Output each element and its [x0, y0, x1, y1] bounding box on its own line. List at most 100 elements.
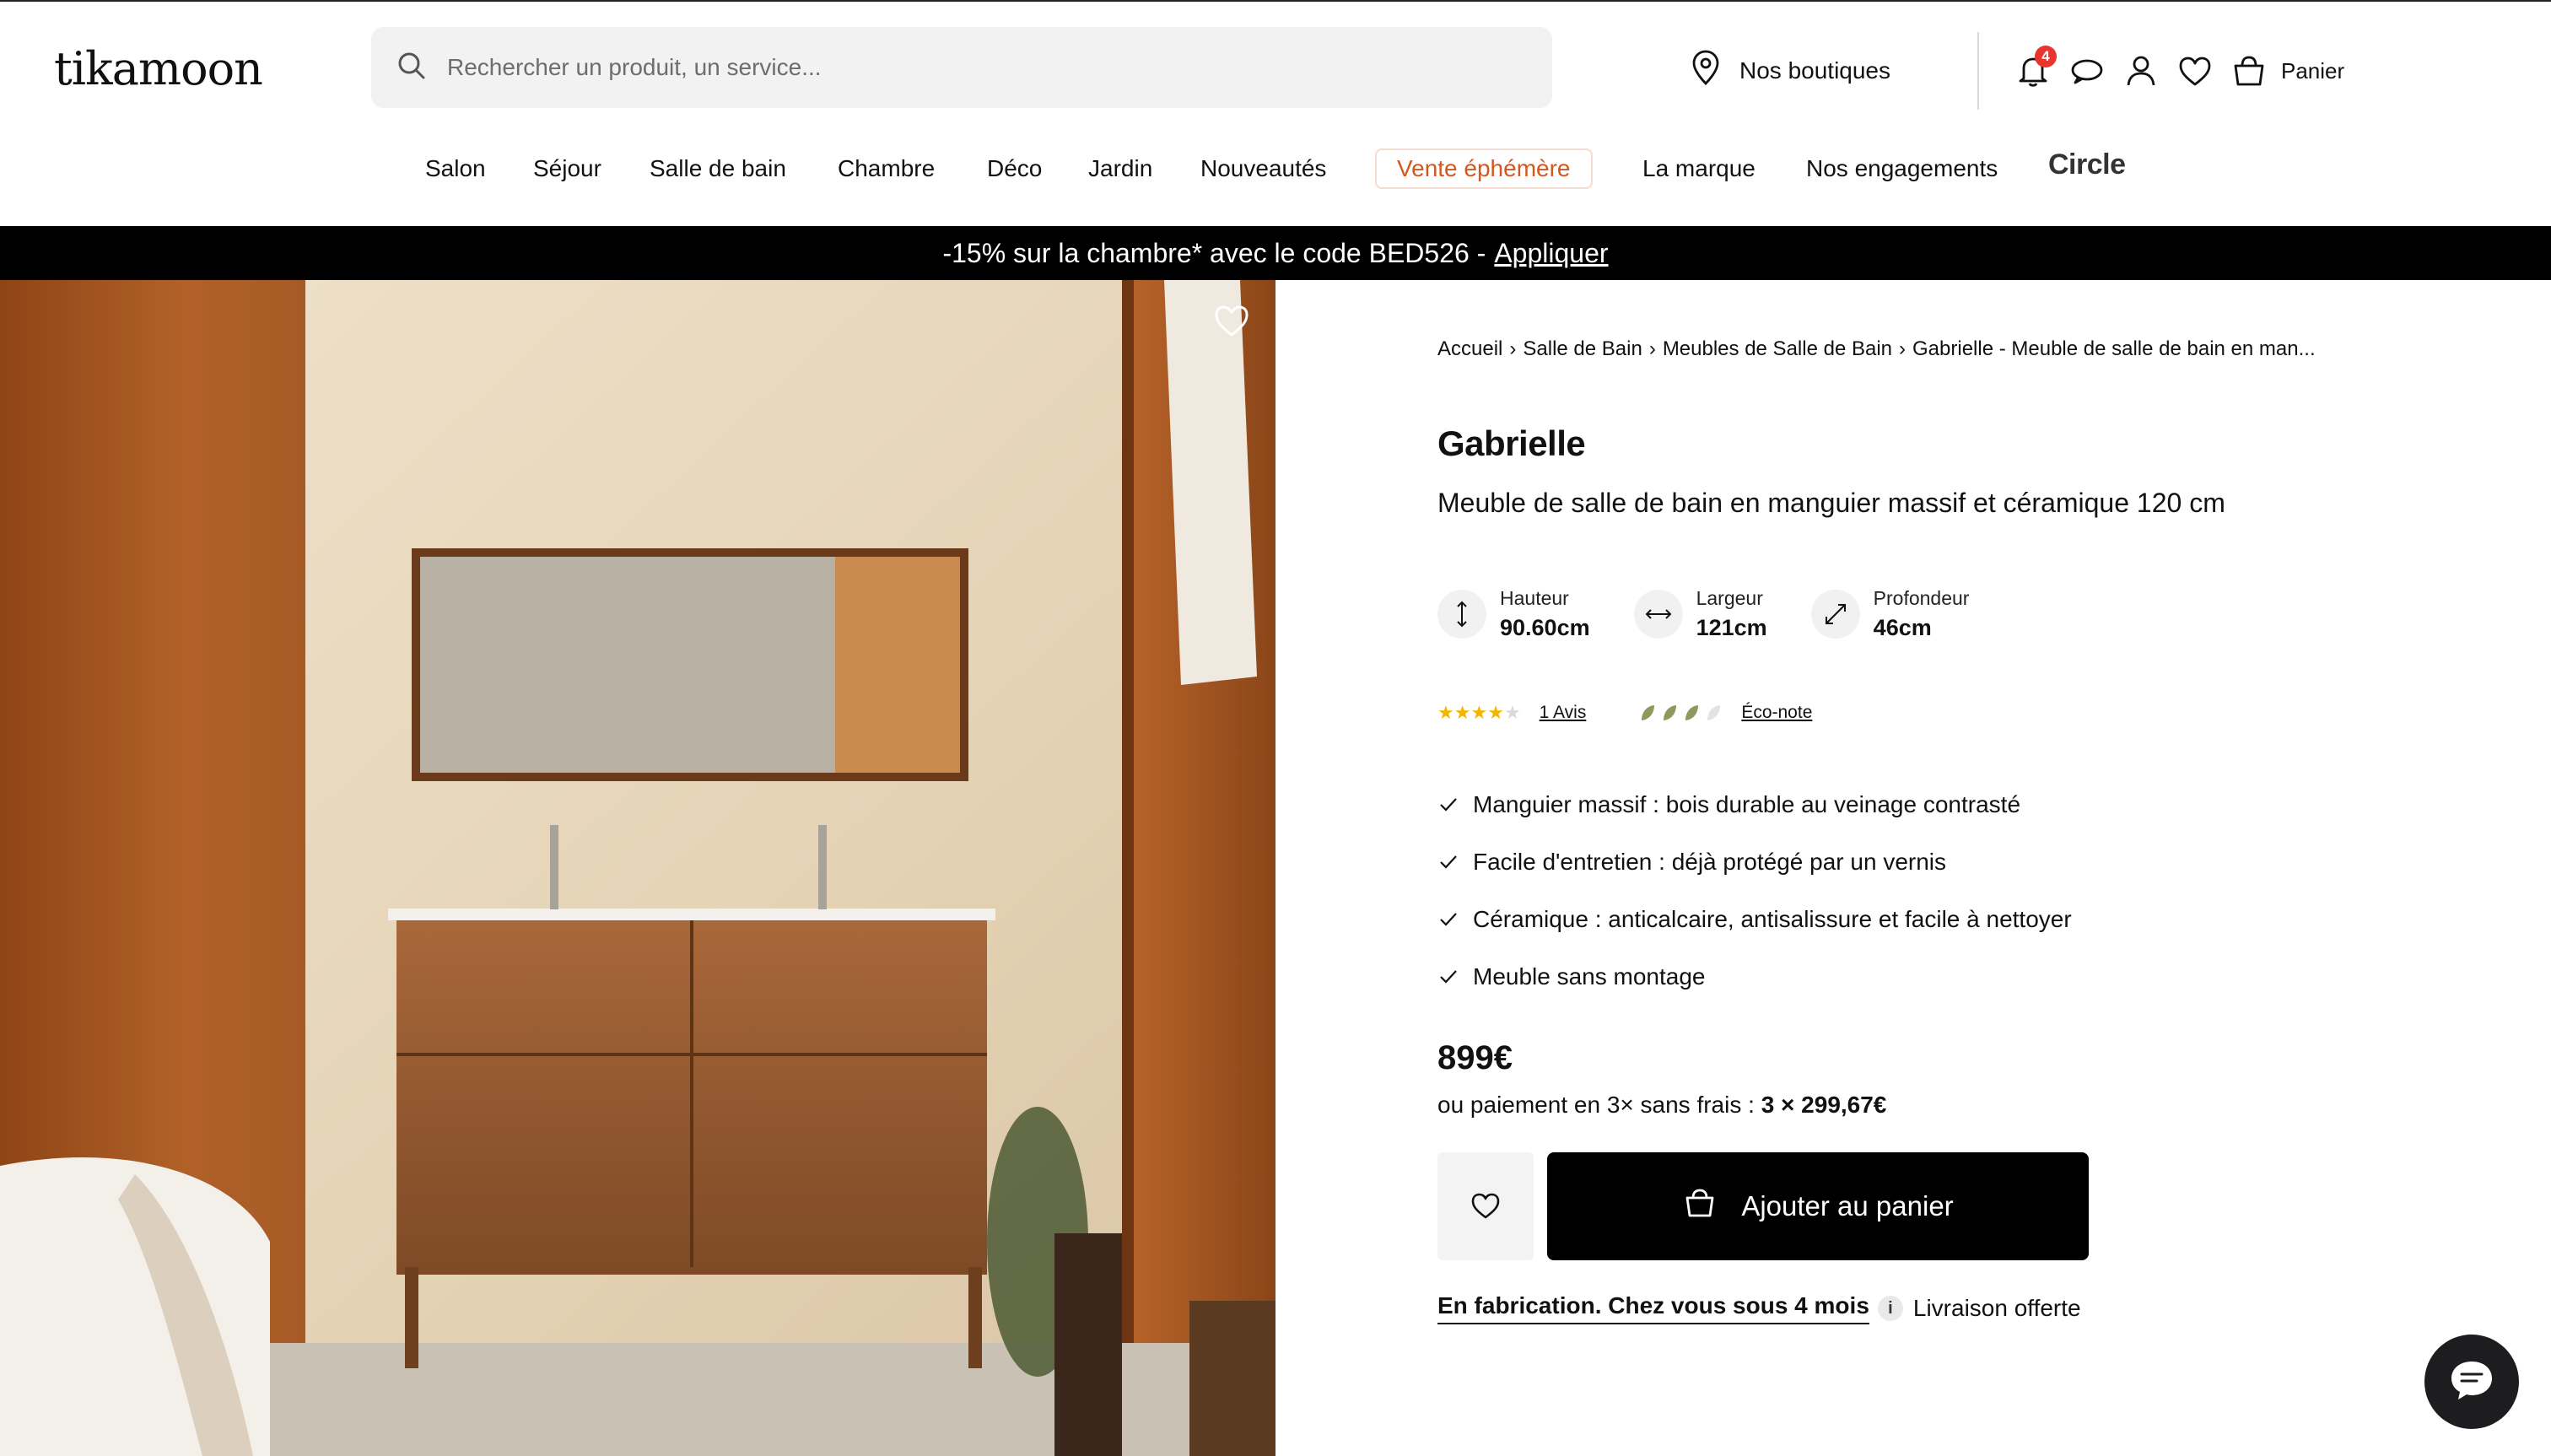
product-subtitle: Meuble de salle de bain en manguier mass… — [1437, 488, 2225, 518]
bathroom-scene-illustration — [0, 280, 1276, 1456]
cart-button[interactable] — [2230, 52, 2268, 89]
nav-item-nouveautes[interactable]: Nouveautés — [1200, 155, 1326, 182]
checkmark-icon — [1440, 970, 1457, 984]
chat-icon — [2446, 1356, 2497, 1408]
leaf-filled-icon — [1642, 705, 1655, 720]
nav-item-salon[interactable]: Salon — [425, 155, 486, 182]
star-filled-icon: ★ — [1453, 702, 1471, 723]
eco-score-leaves — [1638, 704, 1726, 722]
dimension-value: 90.60cm — [1500, 615, 1590, 640]
promo-text: -15% sur la chambre* avec le code BED526… — [942, 237, 1486, 268]
feature-item: Facile d'entretien : déjà protégé par un… — [1437, 833, 2072, 891]
user-icon — [2122, 56, 2160, 93]
search-bar[interactable] — [371, 27, 1552, 108]
image-favorite-button[interactable] — [1211, 300, 1252, 341]
fabrication-link[interactable]: En fabrication. Chez vous sous 4 mois — [1437, 1292, 1869, 1324]
nav-item-nos-engagements[interactable]: Nos engagements — [1806, 155, 1998, 182]
dimension-label: Largeur — [1696, 587, 1763, 609]
feature-item: Manguier massif : bois durable au veinag… — [1437, 776, 2072, 833]
nav-item-chambre[interactable]: Chambre — [838, 155, 935, 182]
dimension-label: Hauteur — [1500, 587, 1569, 609]
add-to-wishlist-button[interactable] — [1437, 1152, 1534, 1260]
main-nav: Salon Séjour Salle de bain Chambre Déco … — [0, 145, 2551, 199]
site-logo[interactable]: tikamoon — [54, 42, 263, 95]
feature-text: Manguier massif : bois durable au veinag… — [1473, 791, 2021, 817]
notification-badge: 4 — [2035, 46, 2057, 67]
delivery-info: En fabrication. Chez vous sous 4 mois i … — [1437, 1292, 2081, 1324]
star-filled-icon: ★ — [1470, 702, 1488, 723]
search-input[interactable] — [447, 54, 1459, 81]
info-icon[interactable]: i — [1877, 1296, 1903, 1321]
breadcrumb-meubles[interactable]: Meubles de Salle de Bain — [1663, 337, 1892, 361]
checkmark-icon — [1440, 855, 1457, 869]
leaf-filled-icon — [1685, 705, 1699, 720]
star-filled-icon: ★ — [1437, 702, 1454, 723]
feature-list: Manguier massif : bois durable au veinag… — [1437, 776, 2072, 1006]
breadcrumb-salle-de-bain[interactable]: Salle de Bain — [1523, 337, 1642, 361]
star-empty-icon: ★ — [1503, 702, 1521, 723]
dimension-value: 121cm — [1696, 615, 1767, 640]
nav-item-jardin[interactable]: Jardin — [1088, 155, 1152, 182]
vertical-arrow-icon — [1437, 590, 1486, 639]
heart-icon — [2176, 57, 2214, 93]
checkmark-icon — [1440, 913, 1457, 926]
stores-label: Nos boutiques — [1739, 57, 1891, 84]
apply-code-link[interactable]: Appliquer — [1494, 238, 1608, 269]
dimension-label: Profondeur — [1873, 587, 1970, 609]
nav-item-circle[interactable]: Circle — [2048, 148, 2126, 181]
eco-score-link[interactable]: Éco-note — [1741, 703, 1812, 723]
breadcrumb-home[interactable]: Accueil — [1437, 337, 1502, 361]
heart-icon — [1469, 1189, 1502, 1225]
header-divider — [1977, 32, 1979, 110]
leaf-empty-icon — [1707, 705, 1721, 720]
bell-icon — [2014, 57, 2052, 93]
feature-item: Meuble sans montage — [1437, 948, 2072, 1006]
nav-item-sejour[interactable]: Séjour — [533, 155, 601, 182]
nav-item-la-marque[interactable]: La marque — [1642, 155, 1755, 182]
diagonal-arrow-icon — [1810, 590, 1860, 639]
breadcrumb-separator: › — [1899, 337, 1906, 360]
add-to-cart-button[interactable]: Ajouter au panier — [1547, 1152, 2089, 1260]
reviews-link[interactable]: 1 Avis — [1540, 703, 1587, 723]
promo-banner: -15% sur la chambre* avec le code BED526… — [0, 226, 2551, 280]
rating-row: ★ ★ ★ ★ ★ 1 Avis Éco-note — [1437, 702, 1812, 724]
basket-icon — [2230, 56, 2268, 93]
installment-info: ou paiement en 3× sans frais : 3 × 299,6… — [1437, 1092, 1886, 1119]
cart-label[interactable]: Panier — [2281, 58, 2344, 84]
product-price: 899€ — [1437, 1039, 1513, 1076]
feature-text: Facile d'entretien : déjà protégé par un… — [1473, 849, 1947, 875]
product-title: Gabrielle — [1437, 423, 1586, 463]
nav-item-salle-de-bain[interactable]: Salle de bain — [650, 155, 786, 182]
product-image[interactable] — [0, 280, 1276, 1456]
account-button[interactable] — [2122, 52, 2160, 89]
horizontal-arrow-icon — [1633, 590, 1683, 639]
installment-prefix: ou paiement en 3× sans frais : — [1437, 1092, 1755, 1118]
free-delivery-text: Livraison offerte — [1912, 1295, 2081, 1321]
dimension-value: 46cm — [1873, 615, 1932, 640]
chat-button[interactable] — [2068, 52, 2106, 89]
notifications-button[interactable]: 4 — [2014, 46, 2057, 89]
header-icons: 4 Panier — [2014, 46, 2344, 89]
checkmark-icon — [1440, 798, 1457, 812]
feature-text: Céramique : anticalcaire, antisalissure … — [1473, 906, 2072, 932]
feature-text: Meuble sans montage — [1473, 963, 1706, 990]
star-rating: ★ ★ ★ ★ ★ — [1437, 702, 1521, 724]
leaf-filled-icon — [1664, 705, 1677, 720]
product-dimensions: Hauteur 90.60cm Largeur 121cm Profondeur… — [1437, 587, 2013, 641]
dimension-height: Hauteur 90.60cm — [1437, 587, 1590, 641]
feature-item: Céramique : anticalcaire, antisalissure … — [1437, 891, 2072, 948]
nav-item-deco[interactable]: Déco — [987, 155, 1042, 182]
speech-bubble-icon — [2068, 59, 2106, 93]
installment-amount: 3 × 299,67€ — [1761, 1092, 1887, 1118]
stores-link[interactable]: Nos boutiques — [1691, 49, 1890, 92]
dimension-width: Largeur 121cm — [1633, 587, 1767, 641]
chat-widget-button[interactable] — [2424, 1335, 2519, 1429]
breadcrumb-separator: › — [1509, 337, 1517, 360]
site-header: tikamoon Nos boutiques 4 — [0, 0, 2551, 226]
heart-outline-icon — [1211, 305, 1252, 344]
add-to-cart-label: Ajouter au panier — [1741, 1190, 1954, 1221]
breadcrumb: Accueil › Salle de Bain › Meubles de Salle… — [1437, 337, 2316, 361]
wishlist-button[interactable] — [2176, 52, 2214, 89]
dimension-depth: Profondeur 46cm — [1810, 587, 1970, 641]
nav-item-vente-ephemere[interactable]: Vente éphémère — [1375, 148, 1593, 189]
